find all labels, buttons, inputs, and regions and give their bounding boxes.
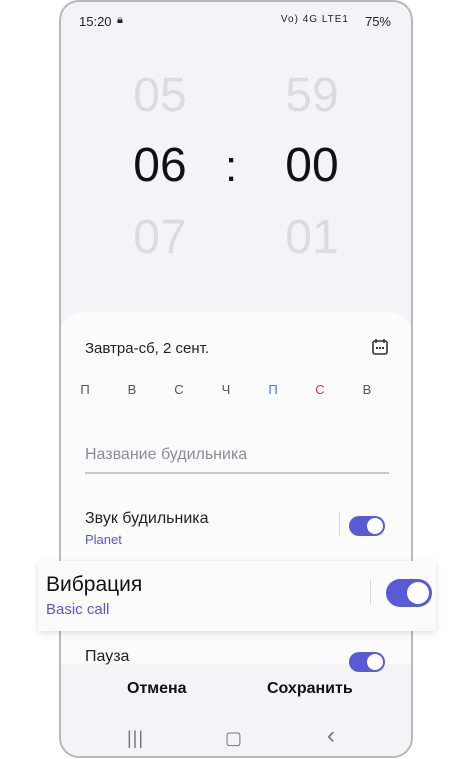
status-time: 15:20 bbox=[79, 14, 112, 29]
status-bar: 15:20 🔒︎ Vo) 4G LTE1 75% bbox=[61, 10, 411, 32]
hour-prev[interactable]: 05 bbox=[115, 68, 205, 123]
time-picker[interactable]: 05 06 07 : 59 00 01 bbox=[61, 62, 411, 282]
vibration-divider bbox=[370, 579, 371, 605]
alarm-sound-value[interactable]: Planet bbox=[85, 532, 122, 547]
navigation-bar: ||| ▢ ‹ bbox=[61, 720, 411, 756]
time-separator: : bbox=[225, 142, 238, 191]
network-indicator: Vo) 4G LTE1 bbox=[280, 14, 349, 25]
cancel-button[interactable]: Отмена bbox=[127, 680, 187, 698]
vibration-title[interactable]: Вибрация bbox=[46, 573, 142, 597]
minute-prev[interactable]: 59 bbox=[267, 68, 357, 123]
back-icon[interactable]: ‹ bbox=[327, 722, 335, 750]
day-wed[interactable]: С bbox=[169, 382, 189, 397]
day-fri[interactable]: П bbox=[263, 382, 283, 397]
day-sun[interactable]: В bbox=[357, 382, 377, 397]
vibration-value[interactable]: Basic call bbox=[46, 601, 109, 618]
save-button[interactable]: Сохранить bbox=[267, 680, 353, 698]
minute-next[interactable]: 01 bbox=[267, 210, 357, 265]
toggle-knob bbox=[367, 518, 383, 534]
vibration-toggle[interactable] bbox=[386, 579, 432, 607]
hour-selected[interactable]: 06 bbox=[115, 138, 205, 193]
snooze-title[interactable]: Пауза bbox=[85, 648, 129, 666]
minute-selected[interactable]: 00 bbox=[267, 138, 357, 193]
alarm-name-field[interactable]: Название будильника bbox=[85, 446, 389, 474]
action-bar: Отмена Сохранить bbox=[61, 666, 411, 714]
vibration-row-highlight[interactable]: Вибрация Basic call bbox=[38, 561, 436, 631]
battery-level: 75% bbox=[364, 14, 391, 29]
calendar-icon[interactable] bbox=[371, 338, 389, 356]
recents-icon[interactable]: ||| bbox=[127, 728, 144, 749]
alarm-sound-title[interactable]: Звук будильника bbox=[85, 510, 209, 528]
alarm-sound-toggle[interactable] bbox=[349, 516, 385, 536]
weekday-selector: П В С Ч П С В bbox=[75, 382, 385, 398]
day-mon[interactable]: П bbox=[75, 382, 95, 397]
day-sat[interactable]: С bbox=[310, 382, 330, 397]
toggle-knob bbox=[407, 582, 429, 604]
home-icon[interactable]: ▢ bbox=[225, 728, 242, 749]
lock-icon: 🔒︎ bbox=[117, 14, 123, 26]
day-tue[interactable]: В bbox=[122, 382, 142, 397]
phone-frame: 15:20 🔒︎ Vo) 4G LTE1 75% 05 06 07 : 59 0… bbox=[59, 0, 413, 758]
alarm-date: Завтра-сб, 2 сент. bbox=[85, 340, 210, 357]
sound-divider bbox=[339, 512, 340, 536]
hour-next[interactable]: 07 bbox=[115, 210, 205, 265]
day-thu[interactable]: Ч bbox=[216, 382, 236, 397]
